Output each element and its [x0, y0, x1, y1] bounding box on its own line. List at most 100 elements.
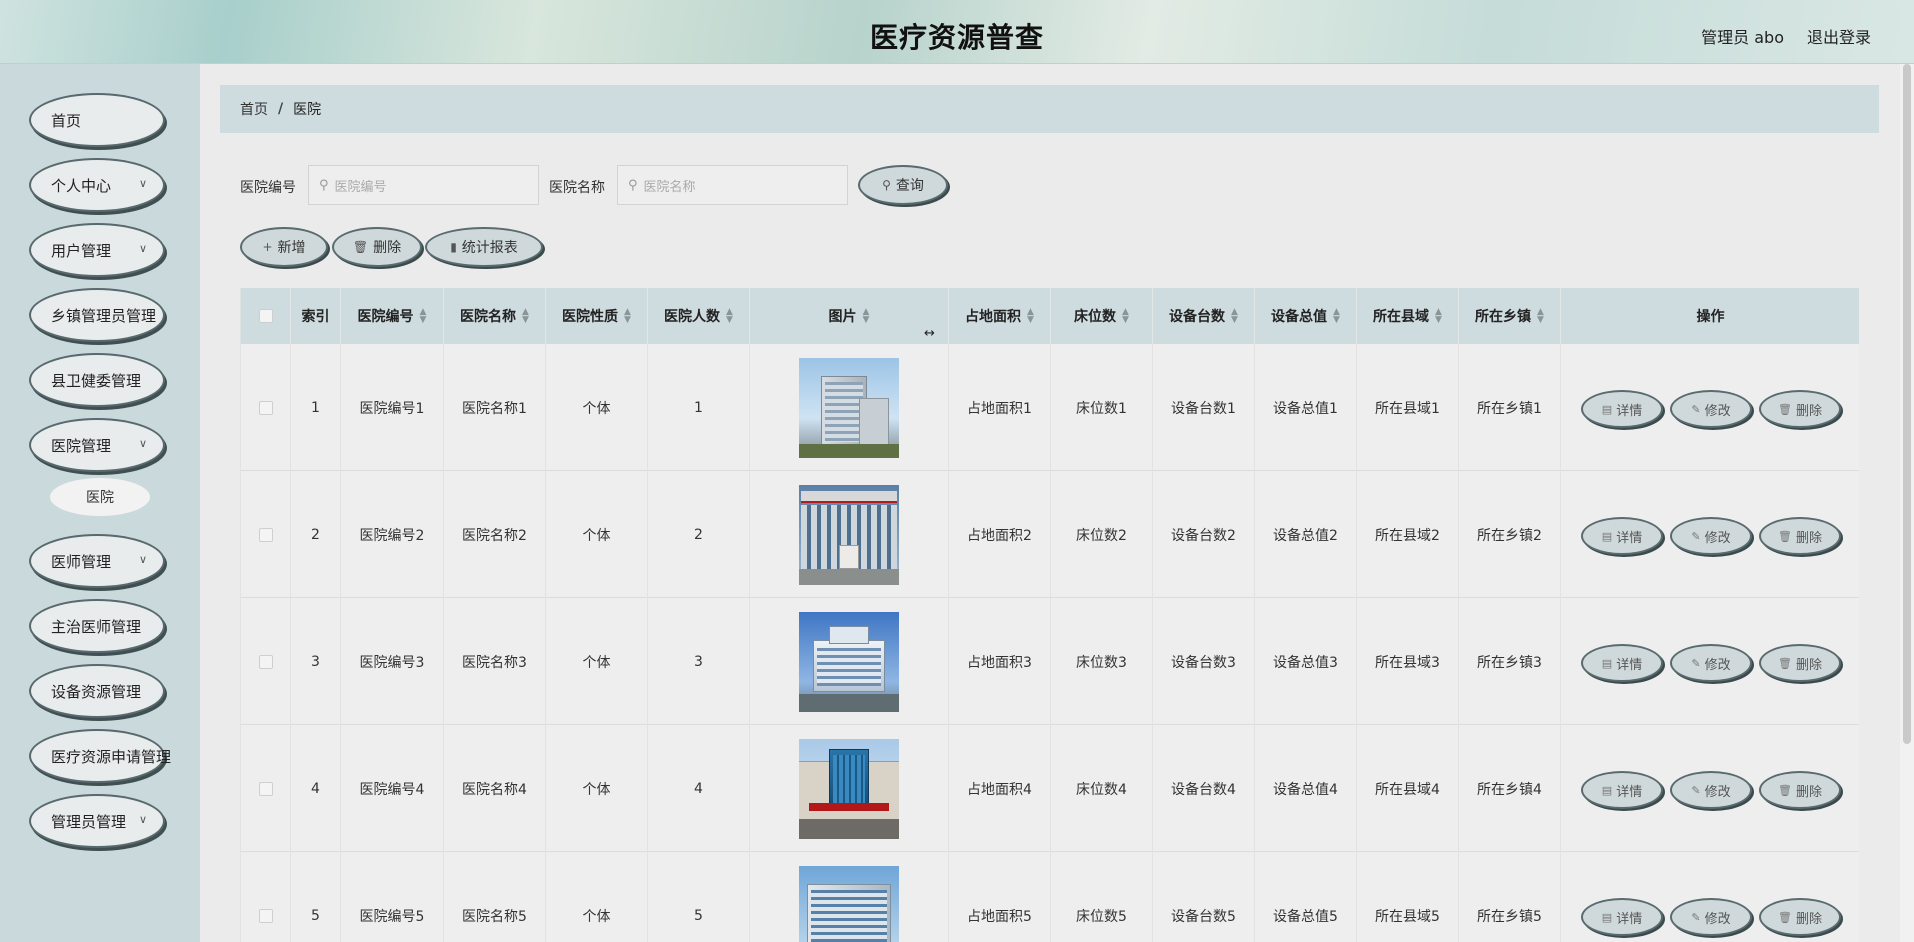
hospital-name-placeholder: 医院名称: [643, 179, 696, 195]
sidebar-item-home[interactable]: 首页: [29, 93, 165, 147]
column-header-label: 床位数: [1074, 309, 1117, 325]
value-cell: 设备总值4: [1255, 725, 1357, 852]
sidebar-item-county-health[interactable]: 县卫健委管理: [29, 353, 165, 407]
column-header[interactable]: 医院名称 ▲ ▼: [444, 288, 546, 344]
edit-button[interactable]: ✎ 修改: [1670, 644, 1752, 682]
area-cell: 占地面积2: [949, 471, 1051, 598]
sidebar-item-user-management[interactable]: 用户管理 ∨: [29, 223, 165, 277]
sidebar-item-town-admin[interactable]: 乡镇管理员管理: [29, 288, 165, 342]
row-select-cell: [241, 598, 291, 725]
row-delete-button[interactable]: 🗑 删除: [1759, 390, 1841, 428]
sort-caret-icon[interactable]: ▲ ▼: [1231, 308, 1238, 325]
sidebar-item-label: 用户管理: [51, 241, 112, 260]
detail-button[interactable]: ▤ 详情: [1581, 517, 1663, 555]
sort-caret-icon[interactable]: ▲ ▼: [726, 308, 733, 325]
column-header[interactable]: 图片 ▲ ▼: [750, 288, 949, 344]
county-cell: 所在县域5: [1357, 852, 1459, 942]
sidebar-item-hospital-management[interactable]: 医院管理 ∨: [29, 418, 165, 472]
sidebar-item-personal-center[interactable]: 个人中心 ∨: [29, 158, 165, 212]
detail-button[interactable]: ▤ 详情: [1581, 898, 1663, 936]
row-delete-button[interactable]: 🗑 删除: [1759, 771, 1841, 809]
sort-caret-icon[interactable]: ▲ ▼: [420, 308, 427, 325]
report-button[interactable]: ▮ 统计报表: [425, 227, 543, 267]
sidebar-item-equipment-resource[interactable]: 设备资源管理: [29, 664, 165, 718]
hospital-name-input[interactable]: ⚲ 医院名称: [617, 165, 848, 205]
edit-button-label: 修改: [1704, 657, 1731, 673]
sidebar-item-resource-application[interactable]: 医疗资源申请管理: [29, 729, 171, 783]
page-scrollbar[interactable]: [1900, 64, 1914, 942]
column-header[interactable]: 占地面积 ▲ ▼: [949, 288, 1051, 344]
row-delete-button[interactable]: 🗑 删除: [1759, 517, 1841, 555]
trash-icon: 🗑: [352, 240, 369, 254]
row-select-cell: [241, 344, 291, 471]
sort-caret-icon[interactable]: ▲ ▼: [863, 308, 870, 325]
column-header[interactable]: 设备台数 ▲ ▼: [1153, 288, 1255, 344]
devices-cell: 设备台数5: [1153, 852, 1255, 942]
breadcrumb-home[interactable]: 首页: [240, 99, 268, 119]
add-button-label: 新增: [277, 240, 306, 256]
column-header[interactable]: 医院性质 ▲ ▼: [546, 288, 648, 344]
hospital-code-placeholder: 医院编号: [334, 179, 387, 195]
add-button[interactable]: + 新增: [240, 227, 328, 267]
edit-button[interactable]: ✎ 修改: [1670, 898, 1752, 936]
sort-caret-icon[interactable]: ▲ ▼: [1435, 308, 1442, 325]
delete-button-label: 删除: [1795, 657, 1822, 673]
edit-button[interactable]: ✎ 修改: [1670, 390, 1752, 428]
sort-caret-icon[interactable]: ▲ ▼: [522, 308, 529, 325]
sidebar-item-label: 县卫健委管理: [51, 371, 142, 390]
sidebar-item-doctor-management[interactable]: 医师管理 ∨: [29, 534, 165, 588]
detail-button-label: 详情: [1616, 403, 1643, 419]
sidebar-item-admin-management[interactable]: 管理员管理 ∨: [29, 794, 165, 848]
sort-caret-icon[interactable]: ▲ ▼: [624, 308, 631, 325]
row-checkbox[interactable]: [258, 781, 273, 796]
logout-link[interactable]: 退出登录: [1807, 24, 1871, 48]
sort-caret-icon[interactable]: ▲ ▼: [1537, 308, 1544, 325]
delete-button[interactable]: 🗑 删除: [332, 227, 422, 267]
sidebar-item-attending-doctor[interactable]: 主治医师管理: [29, 599, 165, 653]
column-header-label: 医院编号: [357, 309, 414, 325]
chevron-down-icon: ∨: [138, 813, 147, 826]
row-checkbox[interactable]: [258, 400, 273, 415]
edit-button[interactable]: ✎ 修改: [1670, 517, 1752, 555]
row-delete-button[interactable]: 🗑 删除: [1759, 898, 1841, 936]
scrollbar-thumb[interactable]: [1903, 64, 1911, 744]
table-row: 4 医院编号4 医院名称4 个体 4 占地面积4 床位数4 设备台数4 设备总值…: [241, 725, 1859, 852]
sort-caret-icon[interactable]: ▲ ▼: [1122, 308, 1129, 325]
sidebar-subitem-hospital[interactable]: 医院: [50, 478, 150, 516]
column-header[interactable]: 医院人数 ▲ ▼: [648, 288, 750, 344]
nature-cell: 个体: [546, 598, 648, 725]
column-header[interactable]: 医院编号 ▲ ▼: [341, 288, 444, 344]
index-cell: 5: [291, 852, 341, 942]
detail-button[interactable]: ▤ 详情: [1581, 390, 1663, 428]
column-header[interactable]: 所在乡镇 ▲ ▼: [1459, 288, 1561, 344]
row-select-cell: [241, 852, 291, 942]
detail-button[interactable]: ▤ 详情: [1581, 771, 1663, 809]
column-header[interactable]: 床位数 ▲ ▼: [1051, 288, 1153, 344]
trash-icon: 🗑: [1778, 656, 1792, 670]
row-checkbox[interactable]: [258, 527, 273, 542]
image-cell: [750, 852, 949, 942]
detail-button[interactable]: ▤ 详情: [1581, 644, 1663, 682]
breadcrumb-current: 医院: [293, 102, 322, 118]
sidebar-item-label: 设备资源管理: [51, 682, 142, 701]
sidebar-item-label: 医疗资源申请管理: [51, 747, 172, 766]
actions-cell: ▤ 详情 ✎ 修改 🗑 删除: [1561, 471, 1859, 598]
row-delete-button[interactable]: 🗑 删除: [1759, 644, 1841, 682]
sidebar-item-label: 乡镇管理员管理: [51, 306, 157, 325]
hospital-code-input[interactable]: ⚲ 医院编号: [308, 165, 539, 205]
sort-caret-icon[interactable]: ▲ ▼: [1333, 308, 1340, 325]
select-all-checkbox[interactable]: [258, 309, 273, 323]
breadcrumb-separator: /: [278, 101, 284, 117]
sort-caret-icon[interactable]: ▲ ▼: [1027, 308, 1034, 325]
row-checkbox[interactable]: [258, 654, 273, 669]
chevron-down-icon: ∨: [138, 242, 147, 255]
actions-cell: ▤ 详情 ✎ 修改 🗑 删除: [1561, 598, 1859, 725]
column-header: 索引: [291, 288, 341, 344]
column-header[interactable]: 所在县域 ▲ ▼: [1357, 288, 1459, 344]
devices-cell: 设备台数4: [1153, 725, 1255, 852]
query-button[interactable]: ⚲ 查询: [858, 165, 948, 205]
index-cell: 4: [291, 725, 341, 852]
row-checkbox[interactable]: [258, 908, 273, 923]
column-header[interactable]: 设备总值 ▲ ▼: [1255, 288, 1357, 344]
edit-button[interactable]: ✎ 修改: [1670, 771, 1752, 809]
